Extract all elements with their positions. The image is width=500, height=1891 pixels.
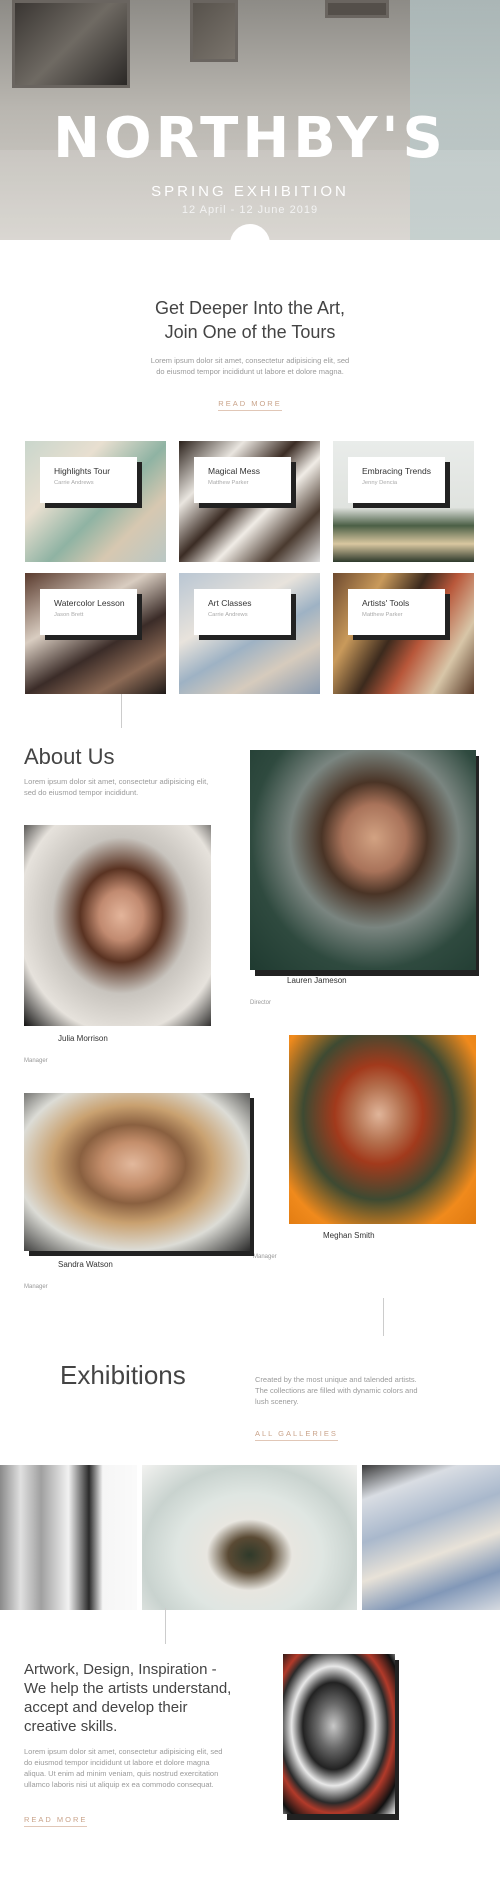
inspiration-heading: Artwork, Design, Inspiration - We help t…: [24, 1660, 231, 1736]
about-heading: About Us: [24, 744, 115, 769]
tour-author: Jenny Dencia: [362, 480, 398, 486]
tour-card-embracing-trends[interactable]: Embracing Trends Jenny Dencia: [333, 441, 474, 562]
julia-role: Manager: [24, 1058, 48, 1064]
sandra-name: Sandra Watson: [58, 1260, 113, 1269]
exhibitions-text-line1: Created by the most unique and talended …: [255, 1375, 417, 1384]
tour-card-label: Embracing Trends Jenny Dencia: [348, 457, 445, 503]
exhibitions-heading: Exhibitions: [60, 1360, 186, 1390]
inspiration-heading-line4: creative skills.: [24, 1718, 118, 1735]
tour-card-label: Highlights Tour Carrie Andrews: [40, 457, 137, 503]
tours-text-line2: do eiusmod tempor incididunt ut labore e…: [156, 367, 344, 376]
tour-card-label: Magical Mess Matthew Parker: [194, 457, 291, 503]
tour-author: Carrie Andrews: [208, 612, 248, 618]
inspiration-heading-line1: Artwork, Design, Inspiration -: [24, 1661, 217, 1678]
meghan-portrait-image: [289, 1035, 476, 1224]
julia-portrait-image: [24, 825, 211, 1026]
tour-card-artists-tools[interactable]: Artists' Tools Matthew Parker: [333, 573, 474, 694]
tour-title: Magical Mess: [208, 466, 260, 476]
tours-text-line1: Lorem ipsum dolor sit amet, consectetur …: [150, 356, 350, 365]
inspiration-text-line3: aliqua. Ut enim ad minim veniam, quis no…: [24, 1769, 219, 1778]
lauren-role: Director: [250, 1000, 272, 1006]
hero-banner: NORTHBY'S SPRING EXHIBITION 12 April - 1…: [0, 0, 500, 240]
gallery-photo-canvas[interactable]: [362, 1465, 500, 1610]
exhibitions-description: Created by the most unique and talended …: [255, 1374, 418, 1407]
tour-card-magical-mess[interactable]: Magical Mess Matthew Parker: [179, 441, 320, 562]
tour-title: Embracing Trends: [362, 466, 431, 476]
tour-title: Art Classes: [208, 598, 252, 608]
lauren-portrait-image: [250, 750, 476, 970]
inspiration-text-line4: ullamco laboris nisi ut aliquip ex ea co…: [24, 1780, 214, 1789]
tours-heading-line1: Get Deeper Into the Art,: [154, 298, 346, 318]
tour-title: Highlights Tour: [54, 466, 111, 476]
tour-card-art-classes[interactable]: Art Classes Carrie Andrews: [179, 573, 320, 694]
about-description: Lorem ipsum dolor sit amet, consectetur …: [24, 776, 208, 798]
gallery-painting-image: [325, 0, 389, 18]
meghan-role: Manager: [253, 1254, 277, 1260]
tour-author: Matthew Parker: [208, 480, 249, 486]
artwork-closeup-image: [283, 1654, 395, 1814]
inspiration-text-line2: do eiusmod tempor incididunt ut labore e…: [24, 1758, 210, 1767]
tour-card-watercolor[interactable]: Watercolor Lesson Jason Brett: [25, 573, 166, 694]
tour-card-highlights[interactable]: Highlights Tour Carrie Andrews: [25, 441, 166, 562]
tour-title: Watercolor Lesson: [54, 598, 125, 608]
sandra-role: Manager: [24, 1284, 48, 1290]
gallery-painting-image: [190, 0, 238, 62]
tour-author: Matthew Parker: [362, 612, 403, 618]
inspiration-description: Lorem ipsum dolor sit amet, consectetur …: [24, 1746, 222, 1790]
exhibitions-text-line3: lush scenery.: [255, 1397, 299, 1406]
inspiration-text-line1: Lorem ipsum dolor sit amet, consectetur …: [24, 1747, 223, 1756]
sandra-portrait-image: [24, 1093, 250, 1251]
tour-card-label: Art Classes Carrie Andrews: [194, 589, 291, 635]
tour-author: Carrie Andrews: [54, 480, 94, 486]
tours-read-more-wrap: READ MORE: [0, 393, 500, 411]
inspiration-heading-line3: accept and develop their: [24, 1699, 188, 1716]
about-text-line2: sed do eiusmod tempor incididunt.: [24, 788, 139, 797]
divider-line: [121, 694, 122, 728]
inspiration-read-more-link[interactable]: READ MORE: [24, 1815, 88, 1827]
tour-card-label: Artists' Tools Matthew Parker: [348, 589, 445, 635]
tours-read-more-link[interactable]: READ MORE: [218, 399, 282, 411]
tour-title: Artists' Tools: [362, 598, 410, 608]
divider-line: [383, 1298, 384, 1336]
hero-title: NORTHBY'S: [53, 106, 447, 171]
tours-heading: Get Deeper Into the Art, Join One of the…: [0, 296, 500, 344]
tours-heading-line2: Join One of the Tours: [164, 322, 336, 342]
inspiration-read-more-wrap: READ MORE: [24, 1809, 88, 1827]
gallery-photo-hat[interactable]: [142, 1465, 357, 1610]
tour-card-label: Watercolor Lesson Jason Brett: [40, 589, 137, 635]
lauren-name: Lauren Jameson: [287, 976, 347, 985]
all-galleries-wrap: ALL GALLERIES: [255, 1423, 338, 1441]
tour-author: Jason Brett: [54, 612, 84, 618]
meghan-name: Meghan Smith: [323, 1231, 375, 1240]
julia-name: Julia Morrison: [58, 1034, 108, 1043]
exhibitions-text-line2: The collections are filled with dynamic …: [255, 1386, 418, 1395]
gallery-painting-image: [12, 0, 130, 88]
hero-dates: 12 April - 12 June 2019: [181, 204, 319, 216]
all-galleries-link[interactable]: ALL GALLERIES: [255, 1429, 338, 1441]
tours-description: Lorem ipsum dolor sit amet, consectetur …: [0, 355, 500, 377]
inspiration-heading-line2: We help the artists understand,: [24, 1680, 232, 1697]
gallery-photo-visitor[interactable]: [0, 1465, 137, 1610]
hero-subtitle: SPRING EXHIBITION: [151, 183, 349, 200]
about-text-line1: Lorem ipsum dolor sit amet, consectetur …: [24, 777, 209, 786]
divider-line: [165, 1608, 166, 1644]
